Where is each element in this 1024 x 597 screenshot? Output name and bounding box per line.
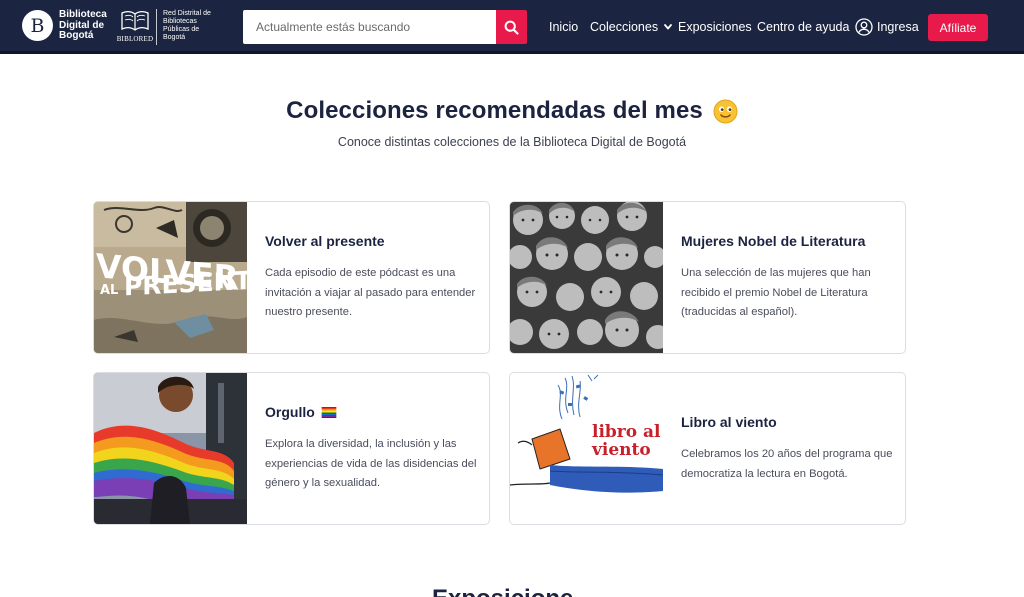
- section-title: Colecciones recomendadas del mes: [0, 97, 1024, 125]
- card-title-text: Orgullo: [265, 404, 315, 420]
- logo-b-icon: B: [22, 10, 53, 42]
- search-input[interactable]: [243, 10, 496, 44]
- logo-divider: [156, 9, 157, 45]
- section-title-text: Colecciones recomendadas del mes: [286, 97, 703, 124]
- card-description: Explora la diversidad, la inclusión y la…: [265, 438, 477, 489]
- logo-letter: B: [30, 14, 45, 37]
- card-thumbnail: [94, 373, 247, 524]
- nav-inicio[interactable]: Inicio: [549, 17, 578, 37]
- orgullo-pride-photo-image: [94, 373, 247, 524]
- open-book-icon: [121, 10, 149, 31]
- nav-colecciones-label: Colecciones: [590, 20, 659, 34]
- biblored-text: BIBLORED: [116, 35, 154, 43]
- card-title: Mujeres Nobel de Literatura: [681, 233, 866, 249]
- nav-exposiciones[interactable]: Exposiciones: [678, 17, 752, 37]
- card-title: Libro al viento: [681, 414, 777, 430]
- biblored-logo[interactable]: BIBLORED: [116, 9, 154, 43]
- card-title: Volver al presente: [265, 233, 385, 249]
- card-thumbnail: [510, 202, 663, 353]
- collection-card-libro-al-viento[interactable]: libro al viento Libro al viento Celebram…: [509, 372, 906, 525]
- search-icon: [504, 20, 519, 35]
- nav-colecciones[interactable]: Colecciones: [590, 17, 672, 37]
- collection-card-mujeres-nobel[interactable]: Mujeres Nobel de Literatura Una selecció…: [509, 201, 906, 354]
- card-thumbnail: VOLVER AL PRESENTE: [94, 202, 247, 353]
- collection-card-orgullo[interactable]: Orgullo Explora la diversidad, la inclus…: [93, 372, 490, 525]
- volver-al-presente-cover-image: VOLVER AL PRESENTE: [94, 202, 247, 353]
- nav-centro-de-ayuda[interactable]: Centro de ayuda: [757, 17, 849, 37]
- card-description: Una selección de las mujeres que han rec…: [681, 267, 871, 318]
- mujeres-nobel-collage-image: [510, 202, 663, 353]
- cover-title-line2: viento: [591, 440, 651, 460]
- cover-title-line1: libro al: [592, 422, 661, 442]
- nav-ingresa-label: Ingresa: [877, 20, 919, 34]
- card-description: Celebramos los 20 años del programa que …: [681, 448, 893, 480]
- collection-card-volver-al-presente[interactable]: VOLVER AL PRESENTE Volver al presente Ca…: [93, 201, 490, 354]
- exposiciones-title-text: Exposiciones: [432, 585, 572, 597]
- section-subtitle: Conoce distintas colecciones de la Bibli…: [337, 135, 687, 149]
- card-description: Cada episodio de este pódcast es una inv…: [265, 267, 476, 318]
- exposiciones-section-title: Exposiciones: [432, 585, 572, 597]
- afiliate-button[interactable]: Afíliate: [928, 14, 988, 41]
- red-distrital-text: Red Distrital de Bibliotecas Públicas de…: [163, 10, 211, 41]
- logo-text: Biblioteca Digital de Bogotá: [59, 9, 107, 41]
- card-thumbnail: libro al viento: [510, 373, 663, 524]
- smiling-face-emoji-icon: [713, 99, 738, 123]
- chevron-down-icon: [664, 24, 672, 30]
- card-title: Orgullo: [265, 404, 337, 420]
- cover-title-line2: AL: [100, 283, 118, 298]
- top-navigation-bar: B Biblioteca Digital de Bogotá BIBLORED …: [0, 0, 1024, 54]
- rainbow-flag-icon: [321, 406, 337, 418]
- user-circle-icon: [855, 18, 873, 36]
- biblioteca-digital-logo[interactable]: B Biblioteca Digital de Bogotá: [22, 9, 109, 42]
- search-button[interactable]: [496, 10, 527, 44]
- libro-al-viento-illustration-image: libro al viento: [510, 373, 663, 524]
- nav-ingresa[interactable]: Ingresa: [855, 17, 919, 37]
